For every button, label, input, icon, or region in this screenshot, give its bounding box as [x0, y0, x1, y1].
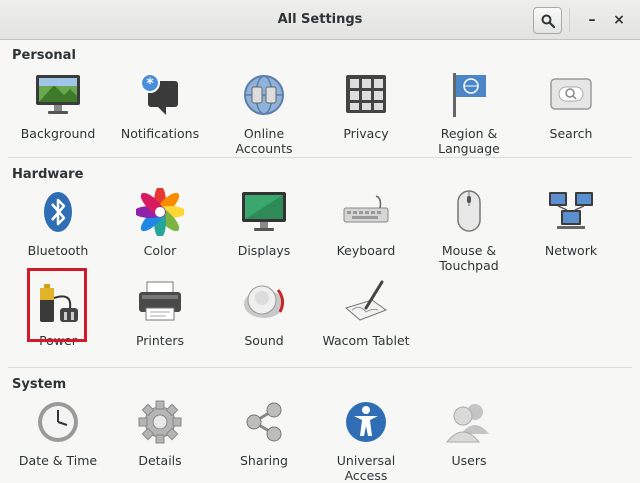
panel-label: Bluetooth — [27, 243, 89, 258]
notifications-icon: * — [140, 73, 178, 115]
panel-label: Displays — [237, 243, 291, 258]
panel-displays[interactable]: Displays — [216, 188, 312, 258]
gear-icon — [138, 400, 182, 444]
panel-search[interactable]: Search — [523, 71, 619, 141]
panel-label: Keyboard — [336, 243, 396, 258]
search-icon — [541, 14, 555, 28]
panel-label: Search — [549, 126, 593, 141]
panel-details[interactable]: Details — [112, 398, 208, 468]
panel-label: Background — [20, 126, 96, 141]
power-highlight-box — [27, 268, 87, 342]
display-icon — [242, 192, 286, 231]
search-button[interactable] — [533, 7, 562, 34]
mouse-icon — [457, 190, 481, 232]
panel-label: Color — [143, 243, 177, 258]
network-icon — [549, 192, 593, 229]
color-icon — [134, 186, 186, 238]
background-icon — [36, 75, 80, 114]
speaker-icon — [244, 285, 285, 318]
panel-label: Region & Language — [438, 126, 500, 156]
panel-sharing[interactable]: Sharing — [216, 398, 312, 468]
titlebar-separator — [569, 8, 570, 32]
wacom-tablet-icon — [344, 280, 388, 321]
bluetooth-icon — [44, 192, 72, 232]
clock-icon — [38, 402, 78, 442]
section-title-personal: Personal — [12, 48, 76, 63]
flag-icon — [453, 73, 486, 117]
svg-text:*: * — [146, 76, 154, 92]
panel-users[interactable]: Users — [421, 398, 517, 468]
keyboard-icon — [343, 195, 389, 223]
panel-label: Sharing — [240, 453, 288, 468]
panel-label: Privacy — [343, 126, 389, 141]
panel-label: Details — [138, 453, 182, 468]
panel-keyboard[interactable]: Keyboard — [318, 188, 414, 258]
share-icon — [246, 402, 282, 442]
panel-color[interactable]: Color — [112, 186, 208, 258]
section-title-hardware: Hardware — [12, 167, 84, 182]
close-icon: × — [613, 12, 625, 28]
minimize-icon: – — [588, 12, 596, 28]
panel-sound[interactable]: Sound — [216, 278, 312, 348]
panel-label: Wacom Tablet — [322, 333, 410, 348]
users-icon — [445, 404, 489, 443]
panel-wacom-tablet[interactable]: Wacom Tablet — [318, 278, 414, 348]
panel-label: Mouse & Touchpad — [439, 243, 499, 273]
panel-label: Online Accounts — [235, 126, 293, 156]
panel-label: Notifications — [120, 126, 200, 141]
panel-date-time[interactable]: Date & Time — [10, 398, 106, 468]
panel-universal-access[interactable]: Universal Access — [318, 398, 414, 483]
panel-label: Date & Time — [18, 453, 98, 468]
panel-background[interactable]: Background — [10, 71, 106, 141]
search-panel-icon — [550, 78, 592, 110]
panel-bluetooth[interactable]: Bluetooth — [10, 188, 106, 258]
panel-label: Universal Access — [336, 453, 396, 483]
panel-region-language[interactable]: Region & Language — [421, 71, 517, 156]
section-title-system: System — [12, 377, 67, 392]
section-divider — [8, 157, 632, 158]
online-accounts-icon — [244, 75, 284, 115]
panel-label: Users — [451, 453, 487, 468]
printer-icon — [139, 281, 181, 321]
panel-label: Printers — [135, 333, 185, 348]
privacy-icon — [346, 75, 386, 113]
panel-label: Network — [544, 243, 598, 258]
panel-printers[interactable]: Printers — [112, 278, 208, 348]
close-button[interactable]: × — [608, 9, 630, 31]
panel-notifications[interactable]: * Notifications — [112, 71, 208, 141]
section-divider — [8, 367, 632, 368]
title-bar: All Settings – × — [0, 0, 640, 40]
panel-mouse-touchpad[interactable]: Mouse & Touchpad — [421, 188, 517, 273]
panel-network[interactable]: Network — [523, 188, 619, 258]
accessibility-icon — [346, 402, 386, 442]
panel-privacy[interactable]: Privacy — [318, 71, 414, 141]
minimize-button[interactable]: – — [581, 9, 603, 31]
panel-online-accounts[interactable]: Online Accounts — [216, 71, 312, 156]
panel-label: Sound — [244, 333, 284, 348]
